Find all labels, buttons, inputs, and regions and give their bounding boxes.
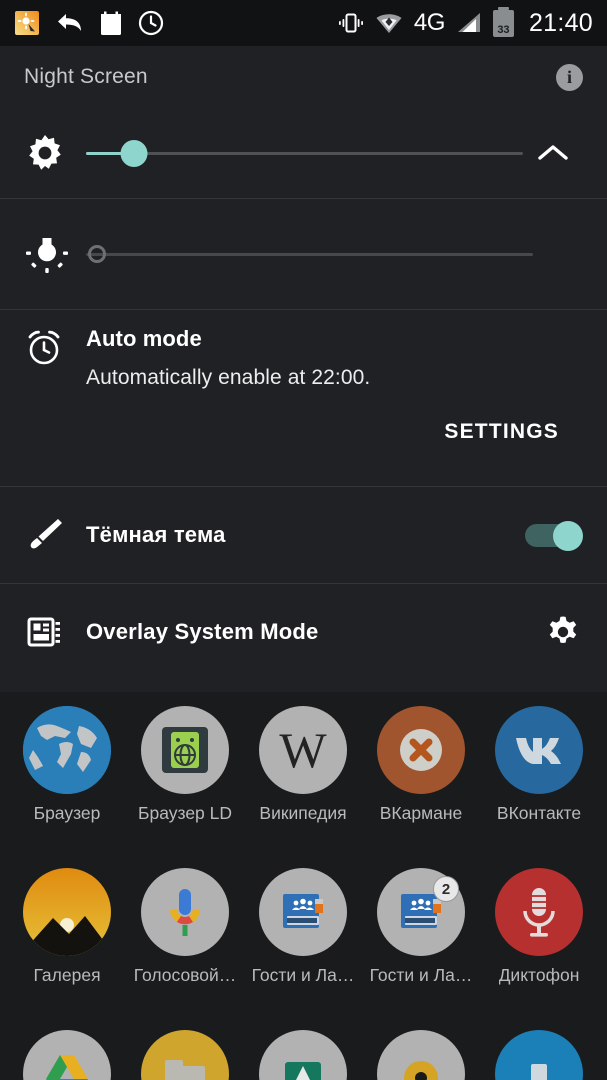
info-icon[interactable]: i [556,63,583,91]
app-label: Гости и Ла… [369,965,473,985]
dark-theme-row[interactable]: Тёмная тема [0,487,607,583]
wifi-icon [375,11,403,35]
clock-icon [138,10,164,36]
status-bar-right-icons: 4G 33 21:40 [338,6,593,38]
clock-time-label: 21:40 [528,8,593,37]
app-item[interactable]: 2 Гости и Ла… [362,868,480,986]
green-app-icon [259,1030,347,1080]
app-label: Браузер LD [137,803,233,823]
warmth-slider-track [86,252,533,256]
vibrate-icon [338,10,364,36]
toggle-thumb [553,521,583,551]
blue-book-icon [259,868,347,956]
signal-bars-icon [456,11,482,35]
overlay-system-mode-label: Overlay System Mode [86,619,319,644]
battery-level-label: 33 [497,23,510,36]
panel-header: Night Screen i [0,46,607,108]
app-label: Гости и Ла… [251,965,355,985]
brightness-slider-track [86,151,523,155]
status-bar: 4G 33 21:40 [0,0,607,46]
app-item[interactable]: ВКонтакте [480,706,598,824]
app-item[interactable] [244,1030,362,1080]
blue-app-icon [495,1030,583,1080]
app-item[interactable]: Галерея [8,868,126,986]
app-item[interactable] [126,1030,244,1080]
yellow-app-icon [141,1030,229,1080]
wikipedia-w-icon: W [259,706,347,794]
google-mic-icon [141,868,229,956]
android-browser-icon [141,706,229,794]
app-item[interactable]: Диктофон [480,868,598,986]
vk-icon [495,706,583,794]
paintbrush-icon [24,514,86,556]
app-label: Галерея [33,965,101,985]
app-item[interactable] [362,1030,480,1080]
warmth-slider-thumb[interactable] [88,245,106,263]
red-mic-icon [495,868,583,956]
app-label: Голосовой… [133,965,237,985]
button-x-icon [377,706,465,794]
google-drive-icon [23,1030,111,1080]
night-screen-panel: Night Screen i Auto mode Automatically e… [0,46,607,692]
auto-mode-block: Auto mode Automatically enable at 22:00.… [0,310,607,444]
network-type-label: 4G [413,9,446,36]
page-title: Night Screen [24,65,148,88]
app-label: Википедия [259,803,347,823]
app-item[interactable]: Гости и Ла… [244,868,362,986]
app-label: Браузер [33,803,101,823]
clipboard-icon [100,11,122,36]
app-item[interactable]: Браузер [8,706,126,824]
settings-button[interactable]: SETTINGS [444,420,559,444]
globe-icon [23,706,111,794]
brightness-slider-thumb[interactable] [120,139,148,167]
dark-theme-toggle[interactable] [525,521,583,551]
status-bar-left-icons [14,10,164,36]
brightness-slider[interactable] [86,136,523,170]
battery-icon: 33 [492,6,514,37]
blue-book-icon: 2 [377,868,465,956]
chevron-up-icon[interactable] [523,142,583,164]
app-item[interactable]: W Википедия [244,706,362,824]
dark-theme-label: Тёмная тема [86,522,226,547]
app-label: ВКонтакте [496,803,582,823]
app-label: Диктофон [498,965,580,985]
brightness-row [0,108,607,198]
overlay-system-mode-row[interactable]: Overlay System Mode [0,584,607,680]
warmth-row [0,199,607,309]
amber-app-icon [377,1030,465,1080]
chip-layout-icon [24,611,86,653]
alarm-clock-icon [24,326,86,373]
sunset-gallery-icon [23,868,111,956]
app-item[interactable]: Браузер LD [126,706,244,824]
app-badge: 2 [433,876,459,902]
back-arrow-icon [56,11,84,35]
overlay-settings-button[interactable] [543,612,583,652]
app-item[interactable]: ВКармане [362,706,480,824]
app-item[interactable] [480,1030,598,1080]
brightness-widget-icon [14,10,40,36]
auto-mode-title: Auto mode [86,326,202,351]
app-label: ВКармане [379,803,463,823]
app-grid: Браузер Браузер LD W Википедия ВКармане … [0,692,607,1080]
light-bulb-icon [24,231,86,277]
app-drawer[interactable]: Браузер Браузер LD W Википедия ВКармане … [0,692,607,1080]
auto-mode-subtitle: Automatically enable at 22:00. [86,366,371,389]
brightness-sun-icon [24,132,86,174]
warmth-slider[interactable] [86,237,583,271]
gear-icon [549,616,577,643]
app-item[interactable] [8,1030,126,1080]
app-item[interactable]: Голосовой… [126,868,244,986]
phone-screen: 4G 33 21:40 Night Screen i Auto mode Aut… [0,0,607,1080]
